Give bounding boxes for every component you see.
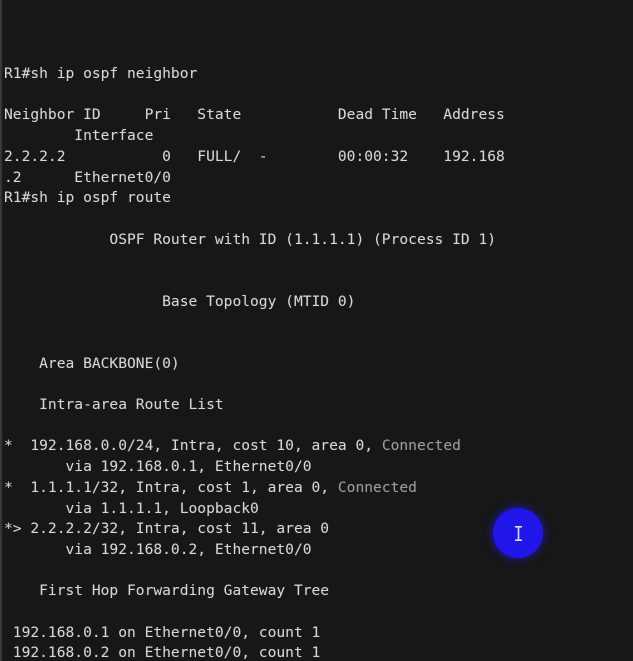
cmd-route: R1#sh ip ospf route — [4, 189, 171, 207]
neighbor-header: Neighbor ID Pri State Dead Time Address — [4, 106, 505, 124]
gateway-row-2: 192.168.0.2 on Ethernet0/0, count 1 — [4, 644, 321, 661]
cmd-neighbor: R1#sh ip ospf neighbor — [4, 65, 198, 83]
route-source-label: Connected — [381, 437, 461, 455]
gateway-row-1: 192.168.0.1 on Ethernet0/0, count 1 — [4, 623, 321, 641]
route-via: via 192.168.0.1, Ethernet0/0 — [4, 458, 312, 476]
route-source-label: Connected — [337, 478, 417, 496]
route-entry: *> 2.2.2.2/32, Intra, cost 11, area 0 — [4, 520, 330, 538]
terminal-output: R1#sh ip ospf neighbor Neighbor ID Pri S… — [4, 2, 633, 661]
base-topology: Base Topology (MTID 0) — [4, 292, 356, 310]
route-via: via 1.1.1.1, Loopback0 — [4, 499, 259, 517]
area-backbone: Area BACKBONE(0) — [4, 354, 180, 372]
window-left-border — [0, 0, 3, 661]
first-hop-header: First Hop Forwarding Gateway Tree — [4, 582, 330, 600]
route-via: via 192.168.0.2, Ethernet0/0 — [4, 540, 312, 558]
route-entry: * 1.1.1.1/32, Intra, cost 1, area 0, Con… — [4, 478, 417, 496]
route-entry: * 192.168.0.0/24, Intra, cost 10, area 0… — [4, 437, 461, 455]
terminal-window[interactable]: R1#sh ip ospf neighbor Neighbor ID Pri S… — [0, 0, 633, 661]
neighbor-header-wrap: Interface — [4, 127, 154, 145]
neighbor-row-1: 2.2.2.2 0 FULL/ - 00:00:32 192.168 — [4, 147, 505, 165]
intra-area-header: Intra-area Route List — [4, 396, 224, 414]
router-id-line: OSPF Router with ID (1.1.1.1) (Process I… — [4, 230, 497, 248]
neighbor-row-1-wrap: .2 Ethernet0/0 — [4, 168, 171, 186]
